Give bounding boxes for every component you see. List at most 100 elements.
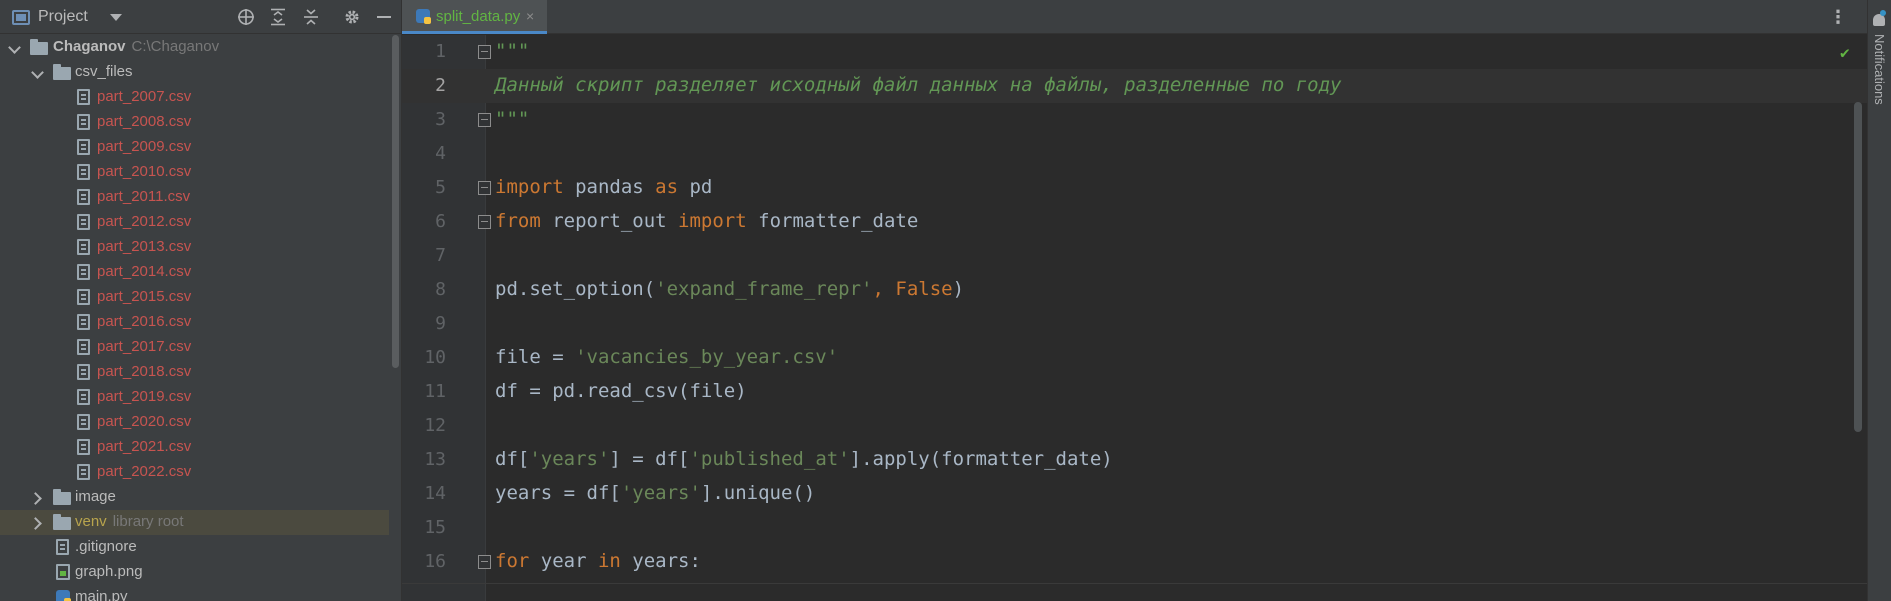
code-editor[interactable]: 1 """ 2 Данный скрипт разделяет исходный… — [402, 35, 1867, 601]
hide-tool-window-button[interactable] — [372, 0, 396, 34]
code-line[interactable]: 4 — [402, 137, 1867, 171]
tree-item-csv[interactable]: part_2010.csv — [0, 160, 389, 185]
tree-item-csv[interactable]: part_2019.csv — [0, 385, 389, 410]
select-opened-file-button[interactable] — [234, 0, 258, 34]
tree-item-csv[interactable]: part_2015.csv — [0, 285, 389, 310]
tree-item-main[interactable]: main.py — [0, 585, 389, 601]
separator: , — [872, 278, 896, 300]
file-label: part_2012.csv — [97, 213, 192, 230]
tree-item-csv[interactable]: part_2016.csv — [0, 310, 389, 335]
notifications-tab[interactable]: Notifications — [1872, 34, 1887, 105]
fold-marker-icon[interactable] — [478, 215, 491, 229]
code-line[interactable]: 9 — [402, 307, 1867, 341]
text-file-icon — [77, 139, 90, 155]
code-line-current[interactable]: 2 Данный скрипт разделяет исходный файл … — [402, 69, 1867, 103]
chevron-right-icon[interactable] — [32, 518, 42, 528]
tree-item-csv[interactable]: part_2009.csv — [0, 135, 389, 160]
tree-item-csv[interactable]: part_2013.csv — [0, 235, 389, 260]
docstring-quote: """ — [495, 40, 530, 62]
code-text: df = pd.read_csv(file) — [495, 380, 747, 402]
tree-item-csv[interactable]: part_2012.csv — [0, 210, 389, 235]
chevron-down-icon[interactable] — [32, 68, 42, 78]
fold-marker-icon[interactable] — [478, 181, 491, 195]
tree-item-csv[interactable]: part_2018.csv — [0, 360, 389, 385]
folder-icon — [30, 39, 48, 55]
gear-icon — [345, 10, 359, 24]
chevron-down-icon[interactable] — [9, 43, 19, 53]
folder-label: csv_files — [75, 63, 133, 80]
collapse-all-button[interactable] — [299, 0, 323, 34]
fold-marker-icon[interactable] — [478, 555, 491, 569]
chevron-right-icon[interactable] — [32, 493, 42, 503]
text-file-icon — [77, 189, 90, 205]
identifier: ].unique() — [700, 482, 816, 504]
code-line[interactable]: 14 years = df['years'].unique() — [402, 477, 1867, 511]
tree-item-venv[interactable]: venv library root — [0, 510, 389, 535]
file-label: main.py — [75, 588, 128, 601]
tree-item-csv[interactable]: part_2020.csv — [0, 410, 389, 435]
collapse-all-icon — [304, 9, 318, 25]
code-text: file = 'vacancies_by_year.csv' — [495, 346, 838, 368]
bell-icon[interactable] — [1873, 10, 1886, 26]
horizontal-scrollbar[interactable] — [402, 583, 1867, 584]
project-tool-window: Project Chaganov C:\Chaganov csv_files p… — [0, 0, 401, 601]
code-line[interactable]: 7 — [402, 239, 1867, 273]
identifier: pandas — [563, 176, 656, 198]
code-line[interactable]: 10 file = 'vacancies_by_year.csv' — [402, 341, 1867, 375]
file-label: part_2016.csv — [97, 313, 192, 330]
line-number: 1 — [435, 41, 446, 62]
no-problems-check-icon[interactable]: ✔ — [1840, 43, 1850, 62]
more-options-icon[interactable]: ⋮ — [1829, 8, 1847, 26]
tree-scrollbar[interactable] — [389, 35, 401, 601]
code-line[interactable]: 8 pd.set_option('expand_frame_repr', Fal… — [402, 273, 1867, 307]
project-view-selector[interactable]: Project — [12, 0, 122, 34]
identifier: pd — [678, 176, 713, 198]
code-line[interactable]: 16 for year in years: — [402, 545, 1867, 579]
file-label: part_2011.csv — [97, 188, 191, 205]
identifier: report_out — [540, 210, 679, 232]
fold-marker-icon[interactable] — [478, 45, 491, 59]
tab-split-data[interactable]: split_data.py × — [402, 0, 547, 34]
code-text: Данный скрипт разделяет исходный файл да… — [495, 74, 1341, 96]
text-file-icon — [77, 164, 90, 180]
keyword: from — [495, 210, 541, 232]
tree-item-root[interactable]: Chaganov C:\Chaganov — [0, 35, 389, 60]
tree-item-csv[interactable]: part_2011.csv — [0, 185, 389, 210]
tree-item-csv[interactable]: part_2008.csv — [0, 110, 389, 135]
tree-item-csv[interactable]: part_2021.csv — [0, 435, 389, 460]
line-number: 16 — [424, 551, 446, 572]
tree-item-image[interactable]: image — [0, 485, 389, 510]
identifier: pd.set_option( — [495, 278, 656, 300]
identifier: df[ — [495, 448, 530, 470]
text-file-icon — [77, 89, 90, 105]
tree-scrollbar-thumb[interactable] — [392, 35, 399, 368]
tree-item-gitignore[interactable]: .gitignore — [0, 535, 389, 560]
image-file-icon — [56, 564, 70, 580]
code-line[interactable]: 13 df['years'] = df['published_at'].appl… — [402, 443, 1867, 477]
tree-item-csv[interactable]: part_2017.csv — [0, 335, 389, 360]
docstring-quote: """ — [495, 108, 530, 130]
code-line[interactable]: 11 df = pd.read_csv(file) — [402, 375, 1867, 409]
tree-item-csv[interactable]: part_2007.csv — [0, 85, 389, 110]
line-number: 6 — [435, 211, 446, 232]
code-line[interactable]: 3 """ — [402, 103, 1867, 137]
code-line[interactable]: 1 """ — [402, 35, 1867, 69]
tree-item-csv-files[interactable]: csv_files — [0, 60, 389, 85]
editor-scrollbar[interactable] — [1850, 67, 1864, 601]
tree-item-csv[interactable]: part_2022.csv — [0, 460, 389, 485]
code-line[interactable]: 15 — [402, 511, 1867, 545]
code-line[interactable]: 5 import pandas as pd — [402, 171, 1867, 205]
tree-item-csv[interactable]: part_2014.csv — [0, 260, 389, 285]
close-icon[interactable]: × — [526, 8, 534, 24]
project-settings-button[interactable] — [340, 0, 364, 34]
file-label: part_2021.csv — [97, 438, 192, 455]
tree-item-graph[interactable]: graph.png — [0, 560, 389, 585]
code-line[interactable]: 6 from report_out import formatter_date — [402, 205, 1867, 239]
project-toolbar: Project — [0, 0, 401, 34]
identifier: ].apply(formatter_date) — [849, 448, 1113, 470]
fold-marker-icon[interactable] — [478, 113, 491, 127]
code-line[interactable]: 12 — [402, 409, 1867, 443]
line-number: 14 — [424, 483, 446, 504]
expand-all-button[interactable] — [266, 0, 290, 34]
editor-scrollbar-thumb[interactable] — [1854, 102, 1862, 432]
